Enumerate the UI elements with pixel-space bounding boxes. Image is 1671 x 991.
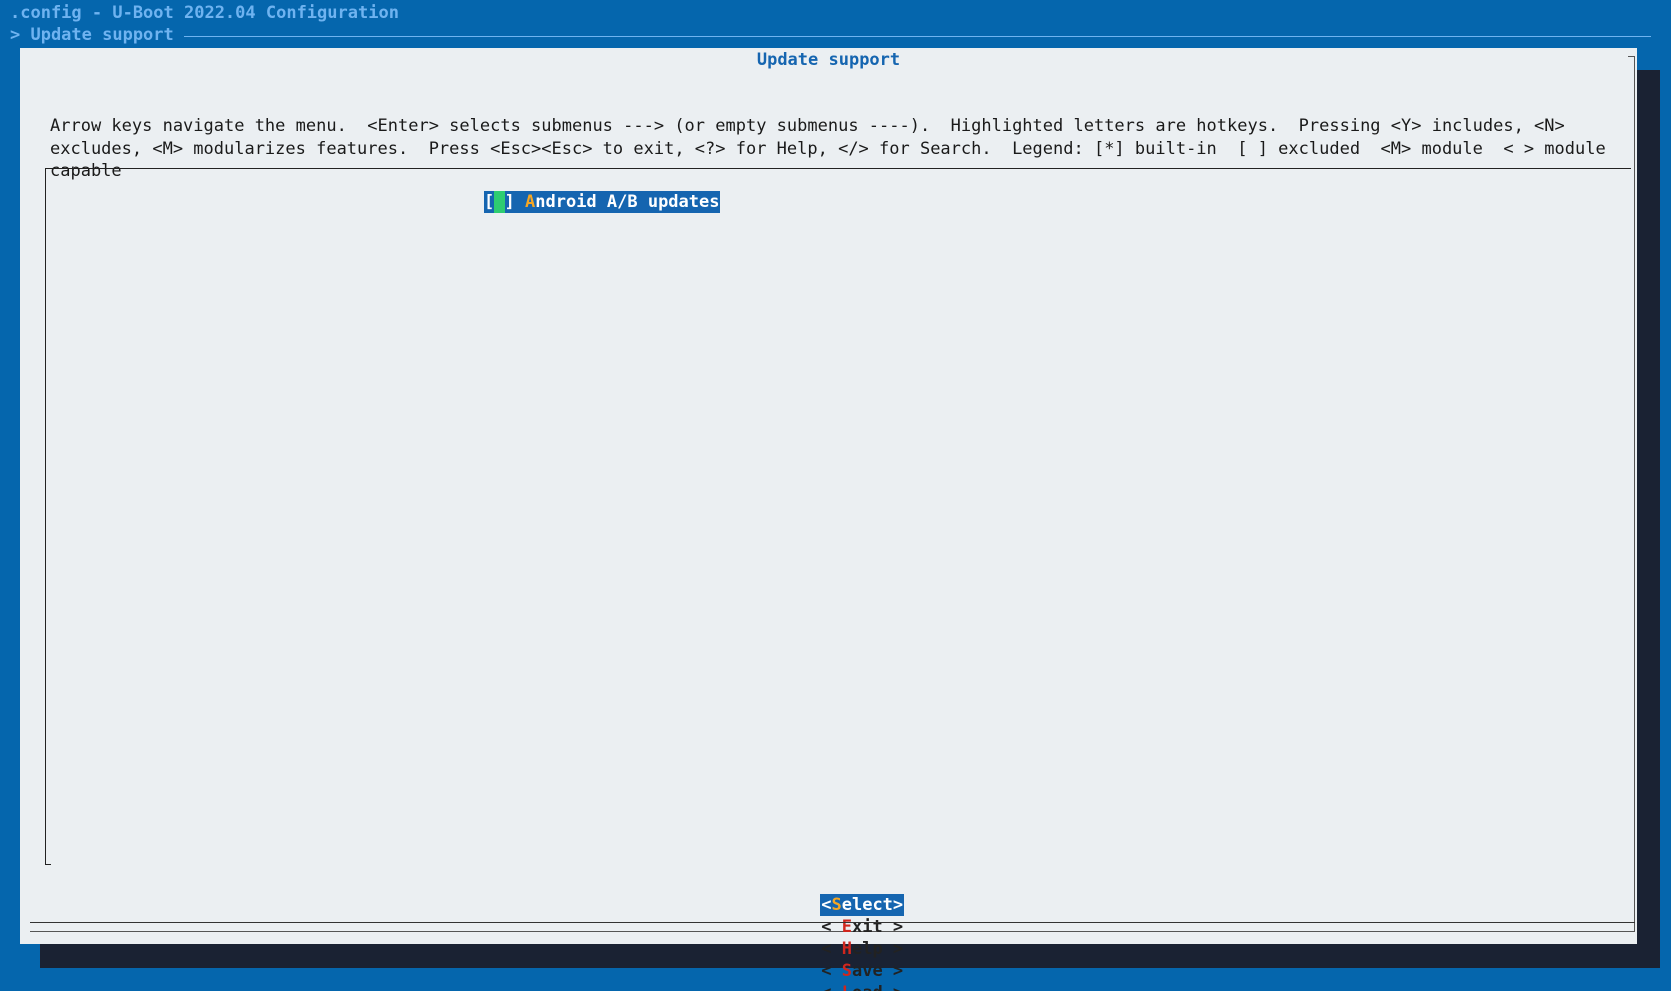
load-button[interactable]: < Load > [821,982,903,991]
menu-list-corner [45,864,51,865]
menu-list: [ ] Android A/B updates [45,168,1631,865]
exit-button[interactable]: < Exit > [821,916,903,938]
checkbox-open: [ [484,192,495,212]
save-button-prefix: < [821,961,842,981]
exit-button-hotkey: E [841,917,852,937]
breadcrumb-text: > Update support [10,25,174,45]
checkbox-state[interactable] [494,191,505,213]
exit-button-suffix: > [882,917,904,937]
save-button-hotkey: S [841,961,852,981]
exit-button-prefix: < [821,917,842,937]
save-button-label: ave [851,961,883,981]
load-button-label: oad [852,983,883,991]
select-button-suffix: > [892,895,904,915]
help-button[interactable]: < Help > [821,938,903,960]
help-button-suffix: > [882,939,904,959]
help-button-label: elp [851,939,883,959]
button-bar: <Select> < Exit > < Help > < Save > < Lo… [20,872,1637,991]
terminal-screen: .config - U-Boot 2022.04 Configuration >… [0,0,1671,991]
menu-item-android-ab-updates[interactable]: [ ] Android A/B updates [484,191,721,213]
save-button[interactable]: < Save > [821,960,903,982]
breadcrumb-rule [183,35,1651,37]
button-bar-rule [30,922,1635,923]
save-button-suffix: > [882,961,904,981]
load-button-prefix: < [821,983,841,991]
dialog-title: Update support [756,50,901,70]
load-button-hotkey: L [842,983,852,991]
exit-button-label: xit [851,917,883,937]
load-button-suffix: > [883,983,903,991]
help-button-hotkey: H [841,939,852,959]
breadcrumb: > Update support [10,24,1651,46]
menu-item-hotkey: A [525,192,536,212]
config-dialog: Update support Arrow keys navigate the m… [20,48,1637,991]
select-button-label: elect [841,895,893,915]
help-button-prefix: < [821,939,842,959]
menu-item-label: ndroid A/B updates [535,192,720,212]
select-button[interactable]: <Select> [820,894,905,916]
checkbox-close: ] [504,192,515,212]
select-button-hotkey: S [831,895,842,915]
window-title: .config - U-Boot 2022.04 Configuration [10,3,399,23]
select-button-prefix: < [821,895,832,915]
